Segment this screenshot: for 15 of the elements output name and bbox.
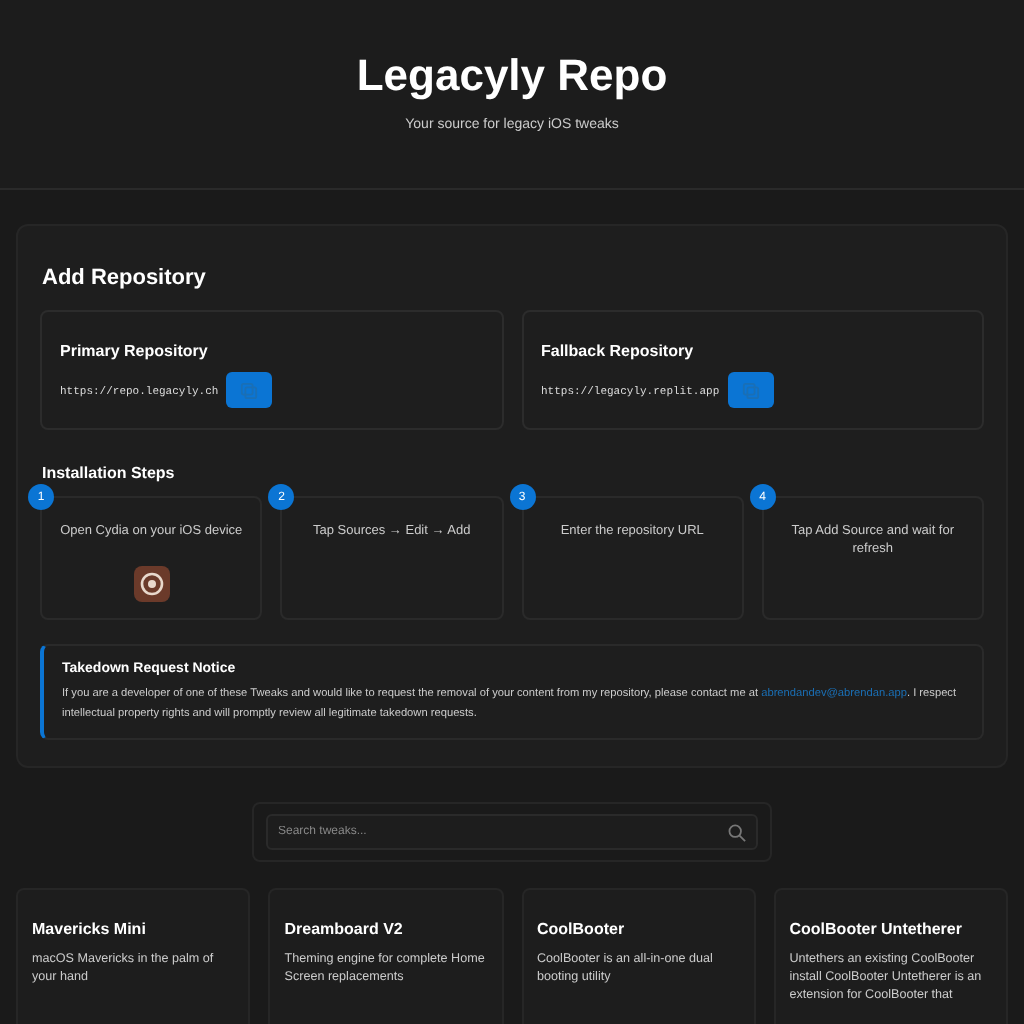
tweak-name: Mavericks Mini [32,920,148,938]
repository-title: Primary Repository [60,342,210,360]
copy-icon [240,381,259,399]
repository-title: Fallback Repository [541,342,696,360]
copy-button[interactable] [727,372,774,408]
copy-button[interactable] [226,372,273,408]
tweak-name: Dreamboard V2 [284,920,405,938]
section-title: Add Repository [42,266,208,290]
search-icon [728,823,746,841]
tweak-name: CoolBooter Untetherer [789,920,964,938]
tweak-name: CoolBooter [537,920,627,938]
section-title: Installation Steps [42,464,177,482]
copy-icon [741,381,760,399]
site-title: Legacyly Repo [354,50,670,102]
app-icon [133,566,170,603]
